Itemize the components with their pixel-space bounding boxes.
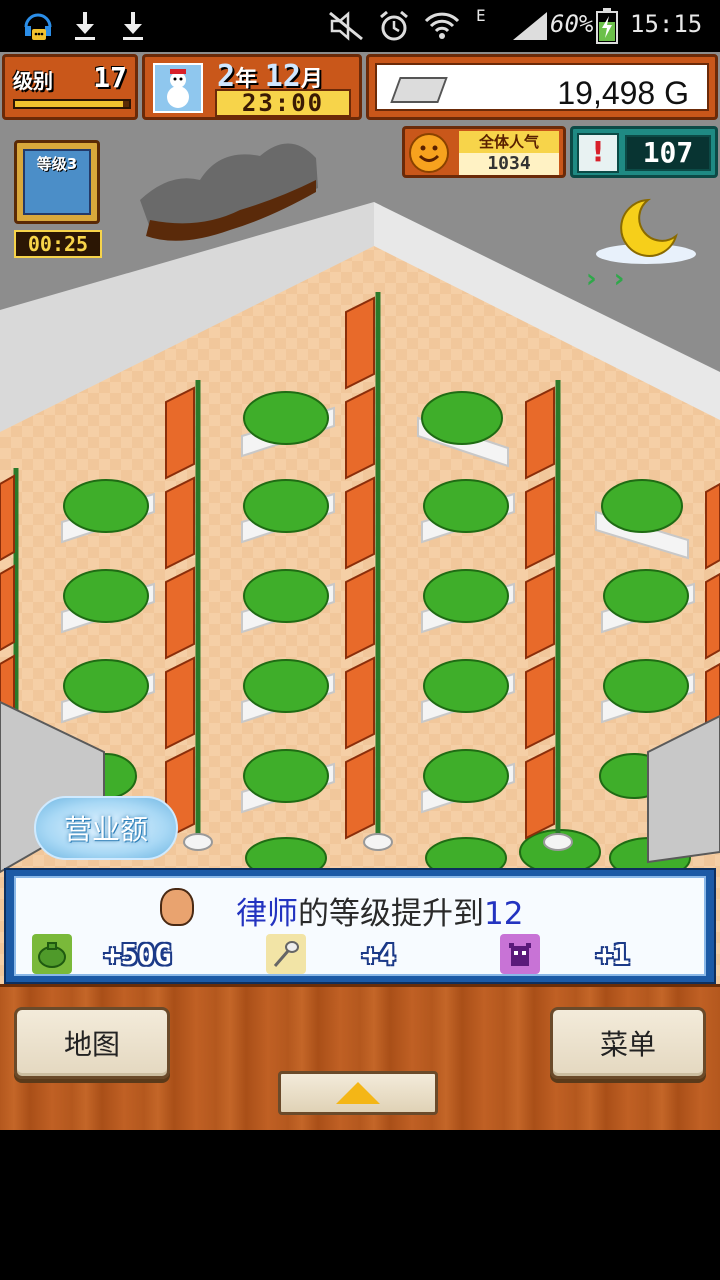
popularity-panel[interactable]: 全体人气 1034 <box>402 126 566 178</box>
monster-icon <box>500 934 540 974</box>
battery-percent: 60% <box>550 10 594 38</box>
speed-panel[interactable]: 等级3 <box>14 140 100 224</box>
reward-spoon <box>266 934 306 974</box>
notification-text: 的等级提升到 <box>298 896 484 932</box>
download-icon <box>118 8 148 44</box>
reward-spoon-value-wrap: +4 <box>362 934 396 974</box>
reward-spoon-value: +4 <box>362 937 396 971</box>
clock: 15:15 <box>630 10 703 38</box>
money-bar-icon <box>390 77 448 103</box>
level-label: 级别 <box>13 69 53 93</box>
alarm-icon <box>376 8 412 44</box>
bottom-bar: 地图 菜单 <box>0 984 720 1130</box>
research-icon <box>577 133 619 173</box>
sales-button[interactable]: 营业额 <box>34 796 178 860</box>
popularity-label: 全体人气 <box>459 131 559 153</box>
money-value: 19,498 G <box>557 75 689 111</box>
up-arrow-icon <box>336 1082 380 1104</box>
notification-level: 12 <box>484 896 524 932</box>
money-bag-icon <box>32 934 72 974</box>
reward-money <box>32 934 72 974</box>
reward-monster-value: +1 <box>596 937 630 971</box>
level-progress-bar <box>13 99 131 109</box>
reward-money-value-wrap: +50G <box>104 934 171 974</box>
notification-panel: 律师的等级提升到12 +50G +4 +1 <box>4 868 716 984</box>
wifi-icon <box>422 8 462 44</box>
game-area[interactable]: 级别 17 2年 12月 23:00 19,498 G 全体人气 1034 10… <box>0 52 720 1130</box>
level-panel[interactable]: 级别 17 <box>2 54 138 120</box>
headset-chat-icon <box>22 8 54 44</box>
date-panel: 2年 12月 23:00 <box>142 54 362 120</box>
mute-icon <box>326 8 366 44</box>
battery-icon <box>594 8 620 44</box>
map-button[interactable]: 地图 <box>14 1007 170 1079</box>
speed-label: 等级3 <box>36 155 78 173</box>
signal-icon <box>510 8 550 44</box>
lawyer-avatar-icon <box>160 888 194 926</box>
moon-icon <box>590 192 700 272</box>
speed-timer: 00:25 <box>14 230 102 258</box>
money-panel: 19,498 G <box>366 54 718 120</box>
reward-money-value: +50G <box>104 937 172 971</box>
status-bar: E 60% 15:15 <box>0 0 720 52</box>
snowman-icon <box>153 63 203 113</box>
popularity-value: 1034 <box>459 153 559 175</box>
speed-icon: 等级3 <box>23 149 91 215</box>
game-clock: 23:00 <box>215 89 351 117</box>
menu-button[interactable]: 菜单 <box>550 1007 706 1079</box>
money-display: 19,498 G <box>375 63 709 111</box>
notification-job: 律师 <box>236 896 298 932</box>
spoon-icon <box>266 934 306 974</box>
notification-body: 律师的等级提升到12 +50G +4 +1 <box>14 876 706 976</box>
level-progress-fill <box>15 101 124 107</box>
smiley-icon <box>409 133 449 173</box>
reward-monster <box>500 934 540 974</box>
network-type: E <box>476 6 486 25</box>
research-panel[interactable]: 107 <box>570 126 718 178</box>
level-value: 17 <box>93 61 127 94</box>
download-icon <box>70 8 100 44</box>
reward-monster-value-wrap: +1 <box>596 934 630 974</box>
research-value: 107 <box>625 135 711 171</box>
notification-message: 律师的等级提升到12 <box>236 888 523 933</box>
fast-forward-icon[interactable]: › › <box>586 264 628 294</box>
expand-button[interactable] <box>278 1071 438 1115</box>
